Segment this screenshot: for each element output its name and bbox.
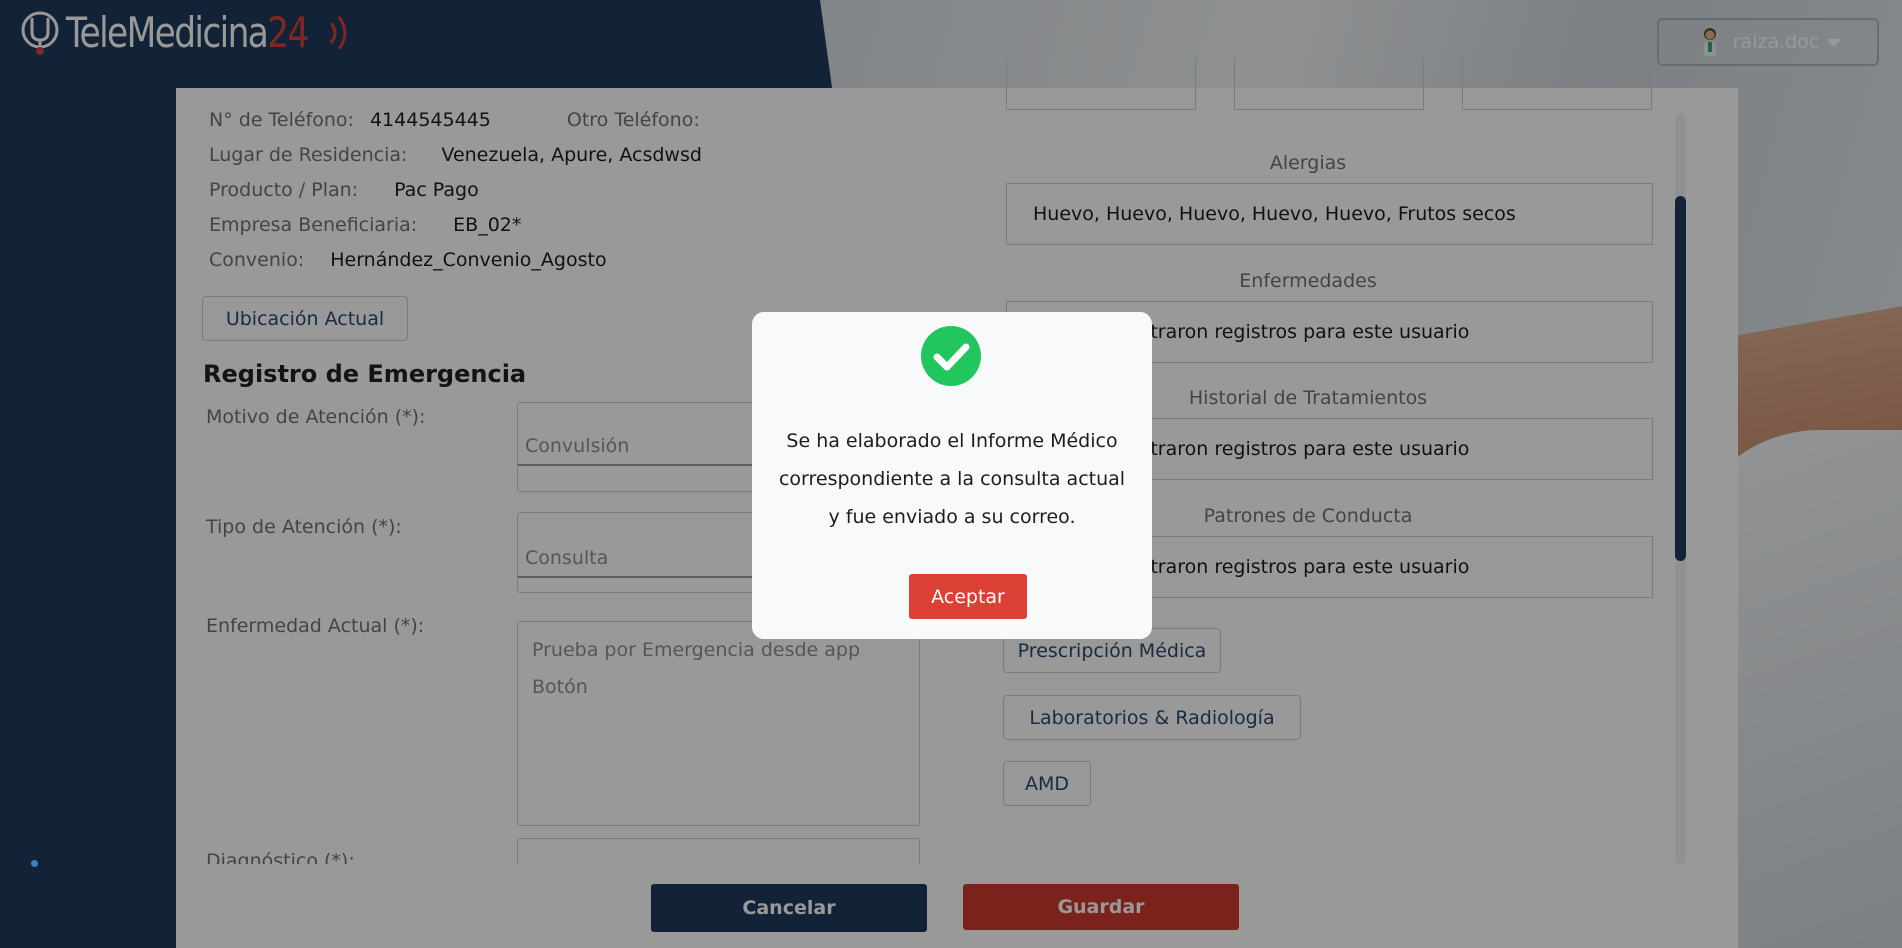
accept-button[interactable]: Aceptar [909,574,1027,619]
modal-message: Se ha elaborado el Informe Médico corres… [778,430,1126,528]
success-modal: Se ha elaborado el Informe Médico corres… [752,312,1152,639]
status-dot [31,860,38,867]
check-circle-icon [921,326,981,386]
